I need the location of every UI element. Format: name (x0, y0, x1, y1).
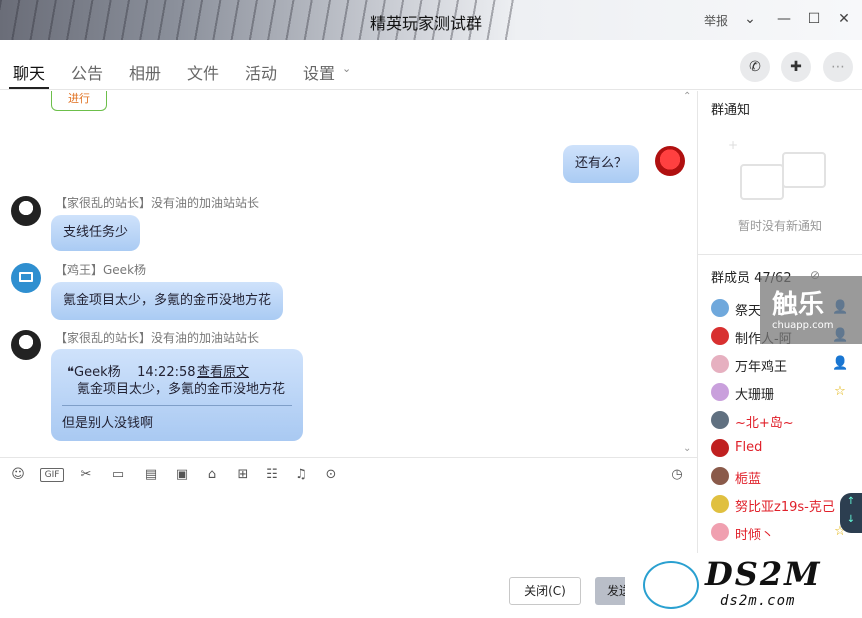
avatar[interactable] (711, 327, 729, 345)
tab-bar: 聊天 公告 相册 文件 活动 设置 ⌄ (0, 40, 862, 90)
watermark-logo-text: 触乐 (772, 290, 825, 320)
message-bubble: 氪金项目太少，多氪的金币没地方花 (51, 282, 284, 320)
member-name: 时倾丶 (735, 528, 775, 543)
tab-files[interactable]: 文件 (187, 60, 219, 84)
message-bubble-partial: 进行 (51, 91, 107, 111)
tab-album[interactable]: 相册 (129, 60, 161, 84)
close-button[interactable]: 关闭(C) (509, 577, 581, 605)
tab-chat[interactable]: 聊天 (13, 60, 45, 84)
notice-empty-text: 暂时没有新通知 (738, 219, 823, 233)
quote-text: 氪金项目太少，多氪的金币没地方花 (77, 382, 286, 397)
sender-name[interactable]: 【鸡王】Geek杨 (55, 261, 146, 278)
minimize-icon[interactable]: — (775, 10, 793, 28)
avatar[interactable] (711, 411, 729, 429)
member-item[interactable]: 大珊珊 ☆ (711, 383, 851, 403)
watermark-url: ds2m.com (720, 593, 796, 609)
tab-settings[interactable]: 设置 (303, 60, 335, 84)
tab-activity[interactable]: 活动 (245, 60, 277, 84)
message-bubble-self: 还有么？ (563, 145, 640, 183)
add-message-icon[interactable]: ✚ (781, 52, 811, 82)
folder-icon[interactable]: ▭ (109, 466, 127, 484)
avatar-sender[interactable] (11, 196, 41, 226)
window-title: 精英玩家测试群 (370, 14, 483, 33)
chat-area[interactable]: 进行 ⌃ 还有么？ 【家很乱的站长】没有油的加油站站长 支线任务少 【鸡王】Ge… (0, 91, 697, 456)
avatar-self[interactable] (655, 146, 685, 176)
watermark-logo-text: DS2M (705, 555, 822, 593)
member-name: 大珊珊 (735, 388, 775, 403)
scroll-down-icon[interactable]: ⌄ (683, 443, 691, 454)
member-item[interactable]: 栀蓝 (711, 467, 851, 487)
phone-icon[interactable]: ✆ (740, 52, 770, 82)
avatar[interactable] (711, 383, 729, 401)
input-toolbar: ☺ GIF ✂ ▭ ▤ ▣ ⌂ ⊞ ☷ ♫ ⊙ ◷ (0, 457, 697, 491)
chuapp-watermark: 触乐 chuapp.com (760, 276, 862, 344)
avatar-sender[interactable] (11, 263, 41, 293)
gift-icon[interactable]: ⊞ (234, 466, 252, 484)
clock-icon[interactable]: ◷ (668, 466, 686, 484)
avatar-sender[interactable] (11, 330, 41, 360)
member-item[interactable]: 努比亚z19s-克己 (711, 495, 851, 515)
avatar[interactable] (711, 299, 729, 317)
monitor-icon (19, 272, 33, 282)
panel-divider (697, 91, 698, 618)
avatar[interactable] (711, 523, 729, 541)
member-name: Fled (735, 440, 763, 455)
member-name: 祭天 (735, 304, 762, 319)
more-icon[interactable]: ⋯ (823, 52, 853, 82)
scissors-icon[interactable]: ✂ (77, 466, 95, 484)
chevron-down-icon[interactable]: ⌄ (741, 10, 759, 28)
scroll-up-icon[interactable]: ⌃ (683, 91, 691, 102)
vote-icon[interactable]: ☷ (263, 466, 281, 484)
image-icon[interactable]: ▣ (173, 466, 191, 484)
watermark-url: chuapp.com (772, 320, 834, 331)
member-name: 栀蓝 (735, 472, 762, 487)
title-bar: 精英玩家测试群 举报 ⌄ — ☐ ✕ (0, 0, 862, 40)
chevron-down-icon[interactable]: ⌄ (342, 62, 351, 75)
avatar[interactable] (711, 439, 729, 457)
avatar[interactable] (711, 495, 729, 513)
member-item[interactable]: ~北+岛~ (711, 411, 851, 431)
smile-icon[interactable]: ☺ (9, 466, 27, 484)
member-item[interactable]: 时倾丶 ☆ (711, 523, 851, 543)
ds2m-watermark: DS2M ds2m.com (625, 553, 862, 618)
member-name: 努比亚z19s-克己 (735, 500, 835, 515)
more-icon[interactable]: ⊙ (322, 466, 340, 484)
avatar[interactable] (711, 355, 729, 373)
doc-icon[interactable]: ▤ (142, 466, 160, 484)
bell-icon[interactable]: ♫ (292, 466, 310, 484)
shop-icon[interactable]: ⌂ (203, 466, 221, 484)
panel-separator (698, 254, 862, 255)
active-tab-indicator (9, 87, 49, 89)
message-input[interactable] (0, 491, 697, 571)
scroll-float-button[interactable]: ↑ ↓ (840, 493, 862, 533)
maximize-icon[interactable]: ☐ (805, 10, 823, 28)
quote-message-bubble: ❝Geek杨 14:22:58 查看原文 氪金项目太少，多氪的金币没地方花 但是… (51, 349, 303, 441)
gif-icon[interactable]: GIF (40, 468, 64, 482)
reply-text: 但是别人没钱啊 (62, 416, 154, 431)
empty-notice-icon: + (728, 138, 830, 204)
report-button[interactable]: 举报 (704, 12, 728, 29)
member-name: 万年鸡王 (735, 360, 788, 375)
tab-announcement[interactable]: 公告 (71, 60, 103, 84)
avatar[interactable] (711, 467, 729, 485)
owner-badge-icon: ☆ (834, 384, 846, 399)
admin-badge-icon: 👤 (832, 356, 849, 371)
member-item[interactable]: Fled (711, 439, 851, 459)
sender-name[interactable]: 【家很乱的站长】没有油的加油站站长 (55, 329, 259, 346)
close-icon[interactable]: ✕ (835, 10, 853, 28)
atom-logo-icon (643, 561, 699, 609)
message-bubble: 支线任务少 (51, 215, 141, 251)
notice-title: 群通知 (711, 103, 751, 118)
sender-name[interactable]: 【家很乱的站长】没有油的加油站站长 (55, 194, 259, 211)
member-item[interactable]: 万年鸡王 👤 (711, 355, 851, 375)
member-name: ~北+岛~ (735, 416, 794, 431)
quote-divider (62, 405, 292, 406)
